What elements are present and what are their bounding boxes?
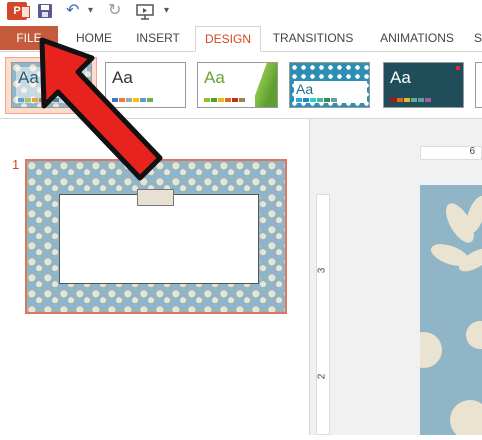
ribbon-tabs: FILE HOME INSERT DESIGN TRANSITIONS ANIM… [0,26,482,52]
undo-dropdown-icon[interactable]: ▾ [88,1,93,21]
tab-transitions[interactable]: TRANSITIONS [266,26,360,50]
undo-icon[interactable]: ↶ [66,1,79,21]
start-from-beginning-icon[interactable] [136,3,154,20]
redo-icon[interactable]: ↻ [108,1,121,21]
ruler-left-label: 3 [316,267,328,274]
tab-slide-show[interactable]: S [472,26,482,50]
floral-pattern-decoration [406,196,482,440]
tab-file[interactable]: FILE [0,26,58,50]
slide-canvas[interactable] [406,185,482,440]
horizontal-ruler: 6 [420,146,482,160]
theme-label: Aa [18,68,39,87]
theme-label: Aa [112,68,133,87]
theme-label: Aa [296,81,314,97]
tab-insert[interactable]: INSERT [128,26,188,50]
theme-thumbnail-partial[interactable] [475,62,482,108]
theme-thumbnail-ion[interactable]: Aa [383,62,464,108]
ruler-top-label: 6 [469,146,475,157]
design-ribbon: Aa Aa Aa Aa Aa [0,52,482,119]
tab-design[interactable]: DESIGN [195,26,261,52]
ruler-left-label: 2 [316,373,328,380]
thumbnail-placeholder-box [59,194,259,284]
theme-label: Aa [204,68,225,87]
slide-number: 1 [12,157,20,172]
theme-thumbnail-floral[interactable]: Aa [11,62,92,108]
theme-label: Aa [390,68,411,87]
theme-thumbnail-facet[interactable]: Aa [197,62,278,108]
quick-access-toolbar: P ↶ ▾ ↻ ▾ [0,0,482,26]
slide-thumbnail-1[interactable] [25,159,287,314]
customize-qat-icon[interactable]: ▾ [164,1,169,21]
vertical-ruler: 3 2 [316,194,330,435]
save-icon[interactable] [38,4,52,18]
slide-editing-area: 6 3 2 [310,119,482,440]
logo-letter: P [13,5,21,17]
slide-thumbnail-pane: 1 [0,119,310,435]
tab-home[interactable]: HOME [66,26,122,50]
theme-thumbnail-office[interactable]: Aa [105,62,186,108]
thumbnail-title-tab [137,189,174,206]
tab-animations[interactable]: ANIMATIONS [370,26,464,50]
theme-thumbnail-integral[interactable]: Aa [289,62,370,108]
powerpoint-logo-icon[interactable]: P [7,2,30,20]
